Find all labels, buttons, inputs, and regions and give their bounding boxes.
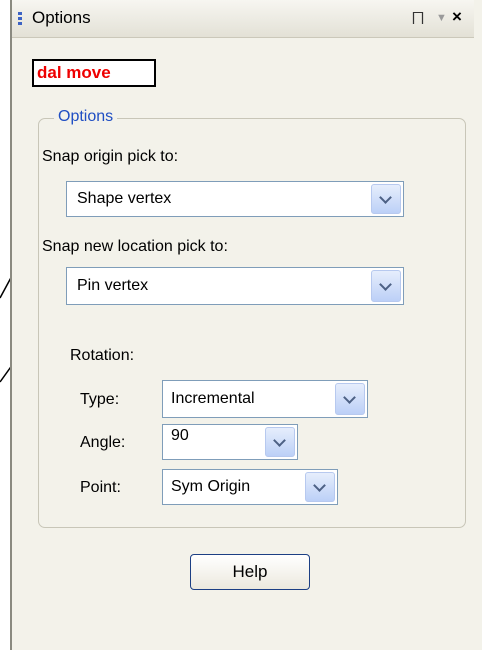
pin-icon[interactable]: ⨅ (412, 9, 424, 29)
options-group-legend: Options (54, 107, 118, 127)
snap-new-location-select[interactable]: Pin vertex (66, 267, 404, 305)
rotation-point-value: Sym Origin (171, 478, 251, 495)
options-group (38, 118, 466, 528)
rotation-angle-value: 90 (171, 427, 189, 444)
chevron-down-icon[interactable] (335, 383, 365, 415)
snap-new-location-value: Pin vertex (77, 277, 149, 294)
rotation-type-value: Incremental (171, 390, 255, 407)
panel-title: Options (32, 8, 91, 27)
grip-icon[interactable] (18, 12, 22, 26)
snap-origin-value: Shape vertex (77, 190, 172, 207)
panel-titlebar: Options ⨅ ▼ × (12, 0, 474, 38)
rotation-type-select[interactable]: Incremental (162, 380, 368, 418)
snap-new-location-label: Snap new location pick to: (42, 238, 228, 255)
chevron-down-icon[interactable]: ▼ (436, 8, 447, 28)
options-panel: Options ⨅ ▼ × dal move Options Snap orig… (10, 0, 482, 650)
rotation-label: Rotation: (70, 347, 135, 364)
chevron-down-icon[interactable] (371, 270, 401, 302)
rotation-point-select[interactable]: Sym Origin (162, 469, 338, 505)
close-icon[interactable]: × (452, 7, 462, 27)
rotation-type-label: Type: (80, 391, 120, 408)
snap-origin-select[interactable]: Shape vertex (66, 181, 404, 217)
chevron-down-icon[interactable] (371, 184, 401, 214)
command-name: dal move (32, 59, 156, 87)
rotation-point-label: Point: (80, 479, 121, 496)
rotation-angle-label: Angle: (80, 434, 126, 451)
chevron-down-icon[interactable] (305, 472, 335, 502)
snap-origin-label: Snap origin pick to: (42, 148, 179, 165)
rotation-angle-select[interactable]: 90 (162, 424, 298, 460)
chevron-down-icon[interactable] (265, 427, 295, 457)
help-button[interactable]: Help (190, 554, 310, 590)
